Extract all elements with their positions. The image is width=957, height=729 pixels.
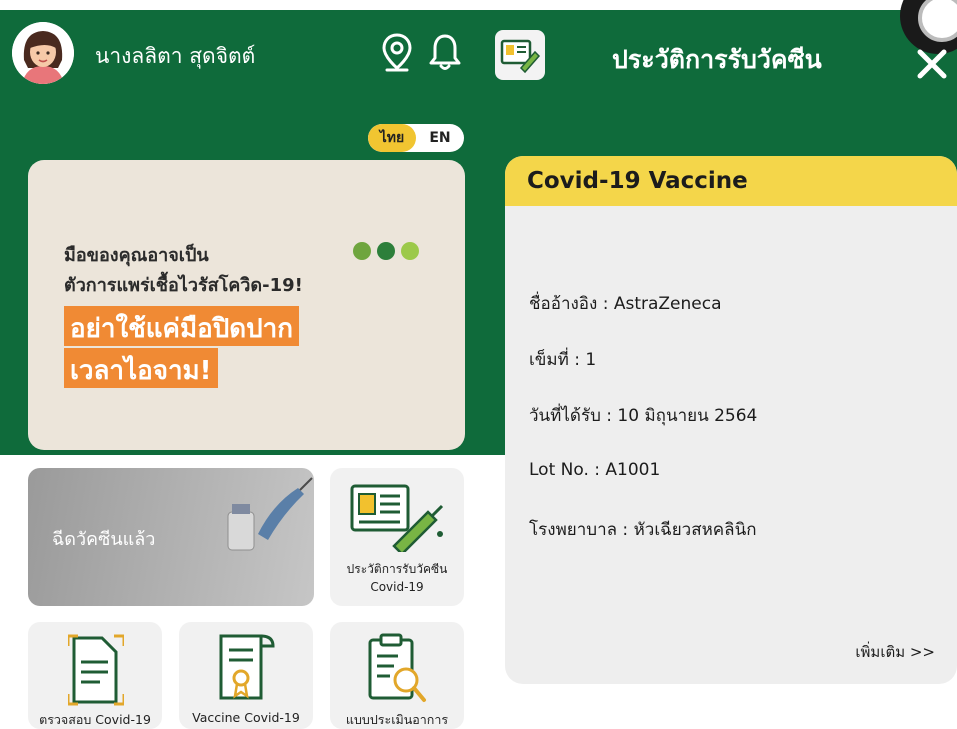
vaccine-record-card: Covid-19 Vaccine ชื่ออ้างอิง : AstraZene… [505,156,957,684]
lang-thai-option[interactable]: ไทย [368,124,416,152]
vaccine-card-title: Covid-19 Vaccine [527,168,748,194]
history-label-1: ประวัติการรับวัคซีน [346,562,448,576]
history-label-2: Covid-19 [370,580,424,594]
more-link[interactable]: เพิ่มเติม >> [855,640,935,664]
vaccine-history-card[interactable]: ประวัติการรับวัคซีน Covid-19 [330,468,464,606]
vaccine-hospital: โรงพยาบาล : หัวเฉียวสหคลินิก [529,520,757,540]
lang-english-option[interactable]: EN [416,124,464,152]
screenshot-stage: นางลลิตา สุดจิตต์ ไทย EN มือของคุณอาจเป็… [0,0,957,729]
bell-icon[interactable] [428,32,462,72]
vaccine-certificate-ribbon-icon [219,634,275,700]
ministry-logo-icon [377,242,395,260]
vaccine-brand: ชื่ออ้างอิง : AstraZeneca [529,294,722,314]
clipboard-search-icon [368,633,426,702]
thaihealth-logo-icon [401,242,419,260]
vaccine-history-app-icon [495,30,545,80]
avatar-woman-icon [12,22,74,84]
location-pin-icon[interactable] [380,32,414,72]
banner-highlight-2: เวลาไอจาม! [64,348,218,388]
banner-line-2: ตัวการแพร่เชื้อไวรัสโควิด-19! [64,275,303,296]
vaccine-date: วันที่ได้รับ : 10 มิถุนายน 2564 [529,406,758,426]
vaccine-dose: เข็มที่ : 1 [529,350,597,370]
vaccine-certificate-small-icon [500,39,541,74]
banner-highlight-1: อย่าใช้แค่มือปิดปาก [64,306,299,346]
vaccine-card-header: Covid-19 Vaccine [505,156,957,206]
banner-logos [353,242,419,260]
avatar[interactable] [12,22,74,84]
assessment-label: แบบประเมินอาการ [345,712,449,727]
document-scan-icon [68,634,124,706]
close-icon[interactable] [912,42,952,82]
vaccine-history-title: ประวัติการรับวัคซีน [612,45,822,74]
covid-check-label: ตรวจสอบ Covid-19 [39,712,151,727]
vaccine-certificate-icon [350,484,444,552]
covid-awareness-banner[interactable]: มือของคุณอาจเป็น ตัวการแพร่เชื้อไวรัสโคว… [28,160,465,450]
vaccine-lot: Lot No. : A1001 [529,460,661,480]
vaccine-covid-label: Vaccine Covid-19 [192,710,300,725]
vaccinated-label: ฉีดวัคซีนแล้ว [52,529,156,550]
user-name: นางลลิตา สุดจิตต์ [95,44,256,68]
vaccine-syringe-icon [227,477,313,551]
health-logo-icon [353,242,371,260]
banner-line-1: มือของคุณอาจเป็น [64,245,209,266]
language-toggle[interactable]: ไทย EN [368,124,464,152]
vaccinated-card[interactable]: ฉีดวัคซีนแล้ว [28,468,314,606]
